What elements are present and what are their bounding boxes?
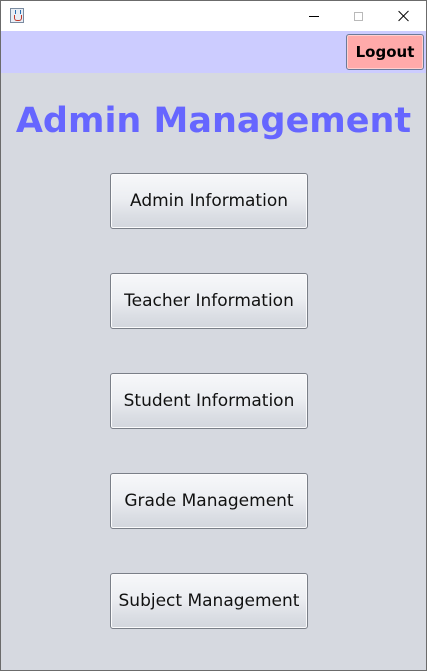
subject-management-button[interactable]: Subject Management <box>110 573 308 629</box>
maximize-button[interactable] <box>335 1 381 31</box>
page-title: Admin Management <box>15 101 412 141</box>
grade-management-button[interactable]: Grade Management <box>110 473 308 529</box>
close-icon <box>398 10 410 22</box>
cup-mark <box>14 15 22 21</box>
header-bar: Logout <box>1 31 426 73</box>
maximize-icon <box>353 11 363 21</box>
teacher-information-button[interactable]: Teacher Information <box>110 273 308 329</box>
minimize-icon <box>309 15 319 17</box>
close-button[interactable] <box>381 1 426 31</box>
student-information-button[interactable]: Student Information <box>110 373 308 429</box>
title-bar <box>1 1 426 31</box>
app-window: Logout Admin Management Admin Informatio… <box>0 0 427 671</box>
logout-button[interactable]: Logout <box>346 34 424 70</box>
java-cup-icon[interactable] <box>10 8 24 23</box>
admin-information-button[interactable]: Admin Information <box>110 173 308 229</box>
steam-mark <box>15 10 21 14</box>
minimize-button[interactable] <box>291 1 337 31</box>
